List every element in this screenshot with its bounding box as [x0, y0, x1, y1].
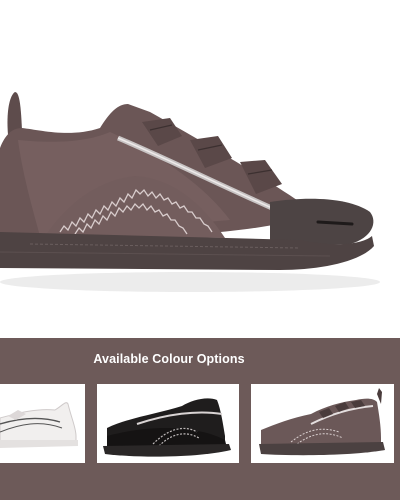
colour-option-brown[interactable]	[251, 384, 394, 463]
product-hero-image	[0, 0, 400, 338]
black-sneaker-image	[103, 398, 231, 457]
colour-options-title: Available Colour Options	[93, 352, 245, 366]
product-page: Available Colour Options	[0, 0, 400, 500]
brown-sneaker-image	[0, 92, 380, 292]
colour-option-black[interactable]	[97, 384, 239, 463]
colour-option-white[interactable]	[0, 384, 85, 463]
brown-sneaker-thumbnail	[259, 388, 385, 456]
white-sneaker-image	[0, 402, 78, 448]
